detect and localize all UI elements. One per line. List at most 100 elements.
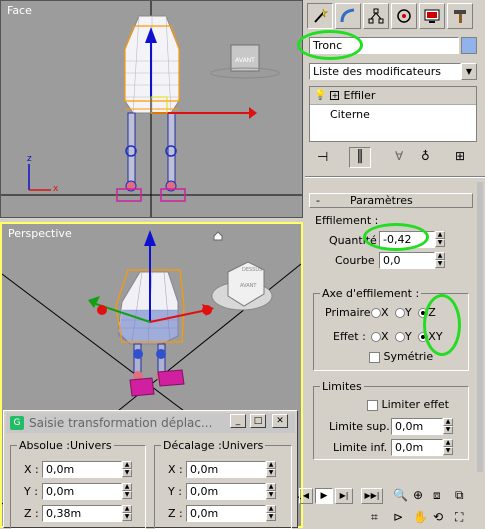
chevron-down-icon[interactable]: ▼: [461, 63, 477, 80]
home-icon: [213, 231, 223, 241]
axis-label-x: x: [53, 184, 59, 194]
viewcube-top-label: DESSUS: [242, 267, 262, 273]
maximize-viewport-icon[interactable]: ⛶: [455, 510, 463, 525]
hierarchy-icon: [368, 8, 384, 24]
remove-modifier-icon[interactable]: ♁: [421, 149, 430, 163]
pan-hand-icon[interactable]: ✋: [413, 510, 428, 524]
off-z-field[interactable]: 0,0m: [186, 505, 266, 522]
curve-spinner[interactable]: ▲ ▼: [435, 252, 445, 269]
configure-sets-icon[interactable]: ⊞: [455, 149, 465, 163]
radio-label: X: [381, 306, 389, 319]
primary-radio-y[interactable]: [395, 308, 406, 318]
abs-x-spinner[interactable]: ▲ ▼: [122, 461, 132, 478]
foot-left-persp: [129, 377, 155, 397]
play-icon[interactable]: ▶: [315, 488, 333, 504]
modify-arc-icon: [340, 8, 355, 23]
tab-display[interactable]: [419, 3, 445, 29]
amount-spinner[interactable]: ▲ ▼: [435, 231, 445, 248]
close-button[interactable]: ✕: [272, 414, 288, 428]
stack-item-citerne[interactable]: Citerne: [310, 105, 476, 123]
off-x-field[interactable]: 0,0m: [186, 461, 266, 478]
radio-label: X: [381, 330, 389, 343]
expand-icon[interactable]: +: [330, 91, 340, 100]
tab-create[interactable]: [307, 3, 333, 29]
off-x-label: X :: [168, 463, 183, 476]
next-frame-icon[interactable]: ▶|: [335, 488, 353, 504]
leg-right: [167, 112, 176, 189]
off-x-spinner[interactable]: ▲ ▼: [266, 461, 276, 478]
modifier-list-dropdown[interactable]: Liste des modificateurs: [309, 63, 461, 80]
off-z-spinner[interactable]: ▲ ▼: [266, 505, 276, 522]
tab-hierarchy[interactable]: [363, 3, 389, 29]
command-panel: Tronc Liste des modificateurs ▼ 💡 + Effi…: [297, 0, 485, 528]
abs-y-spinner[interactable]: ▲ ▼: [122, 483, 132, 500]
highlight-oval-amount: [363, 223, 429, 251]
effect-radio-y[interactable]: [395, 332, 406, 342]
zoom-extents-icon[interactable]: ⧈: [433, 488, 441, 503]
leg-left: [127, 112, 136, 189]
symmetry-label: Symétrie: [383, 350, 434, 363]
tab-modify[interactable]: [335, 3, 361, 29]
stack-item-label: Effiler: [343, 89, 376, 102]
limit-effect-option[interactable]: Limiter effet: [367, 398, 449, 411]
abs-z-field[interactable]: 0,38m: [42, 505, 122, 522]
taper-axis-group-label: Axe d'effilement :: [320, 287, 422, 300]
effect-radio-x[interactable]: [371, 332, 381, 342]
zoom-icon[interactable]: 🔍: [393, 488, 408, 502]
rollout-header-parametres[interactable]: - Paramètres: [309, 193, 473, 208]
primary-label: Primaire :: [325, 306, 378, 319]
curve-field[interactable]: 0,0: [379, 252, 435, 269]
orbit-icon[interactable]: ⟲: [433, 510, 443, 524]
minimize-button[interactable]: _: [230, 414, 246, 428]
command-tabs: [305, 3, 485, 29]
object-color-swatch[interactable]: [461, 37, 477, 54]
tab-utilities[interactable]: [447, 3, 473, 29]
radio-label: Y: [405, 306, 412, 319]
zoom-extents-all-icon[interactable]: ⧉: [455, 488, 464, 503]
off-y-field[interactable]: 0,0m: [186, 483, 266, 500]
upper-limit-spinner[interactable]: ▲ ▼: [443, 418, 453, 435]
stack-item-effiler[interactable]: 💡 + Effiler: [310, 87, 476, 105]
radio-label: Y: [405, 330, 412, 343]
panel-scrollbar[interactable]: [477, 182, 483, 472]
make-unique-icon[interactable]: ∀: [395, 149, 403, 163]
symmetry-checkbox[interactable]: [369, 351, 380, 363]
upper-limit-field[interactable]: 0,0m: [391, 418, 443, 435]
show-end-result-icon[interactable]: ‖: [349, 147, 371, 168]
limit-effect-checkbox[interactable]: [367, 399, 378, 411]
front-scene: AVANT z x: [1, 1, 302, 217]
motion-icon: [397, 9, 411, 23]
rollout-title: Paramètres: [350, 194, 413, 207]
stack-item-label: Citerne: [330, 107, 370, 121]
pin-stack-icon[interactable]: ⊣: [317, 150, 328, 165]
transform-type-in-dialog: G Saisie transformation déplac... _ □ ✕ …: [3, 410, 298, 529]
symmetry-option[interactable]: Symétrie: [369, 350, 433, 363]
modifier-stack: 💡 + Effiler Citerne: [309, 86, 477, 142]
taper-group-label: Effilement :: [315, 214, 379, 227]
prev-frame-icon[interactable]: ◀: [299, 488, 313, 504]
maximize-button[interactable]: □: [250, 414, 266, 428]
keyframe-icon[interactable]: ⌗: [371, 510, 378, 525]
primary-radio-x[interactable]: [371, 308, 381, 318]
nav-controls: ◀ ▶ ▶| ▶▶| 🔍 ⊕ ⧈ ⧉ ⌗ ⊳ ✋ ⟲ ⛶: [299, 484, 485, 528]
abs-z-spinner[interactable]: ▲ ▼: [122, 505, 132, 522]
zoom-all-icon[interactable]: ⊕: [413, 488, 423, 502]
limit-effect-label: Limiter effet: [381, 398, 449, 411]
foot-right-persp: [157, 369, 185, 387]
absolute-group-label: Absolue :Univers: [17, 439, 114, 452]
viewcube-label: AVANT: [235, 57, 255, 64]
field-of-view-icon[interactable]: ⊳: [393, 510, 403, 524]
goto-end-icon[interactable]: ▶▶|: [361, 488, 383, 504]
lower-limit-spinner[interactable]: ▲ ▼: [443, 439, 453, 456]
lower-limit-field[interactable]: 0,0m: [391, 439, 443, 456]
app-icon: G: [10, 416, 24, 430]
curve-label: Courbe :: [335, 254, 382, 267]
highlight-oval-name: [297, 30, 363, 60]
viewport-front[interactable]: Face AVANT z x: [0, 0, 303, 218]
viewcube-front-label: AVANT: [240, 283, 257, 289]
tab-motion[interactable]: [391, 3, 417, 29]
abs-y-field[interactable]: 0,0m: [42, 483, 122, 500]
lightbulb-icon[interactable]: 💡: [314, 90, 326, 101]
abs-x-field[interactable]: 0,0m: [42, 461, 122, 478]
off-y-spinner[interactable]: ▲ ▼: [266, 483, 276, 500]
